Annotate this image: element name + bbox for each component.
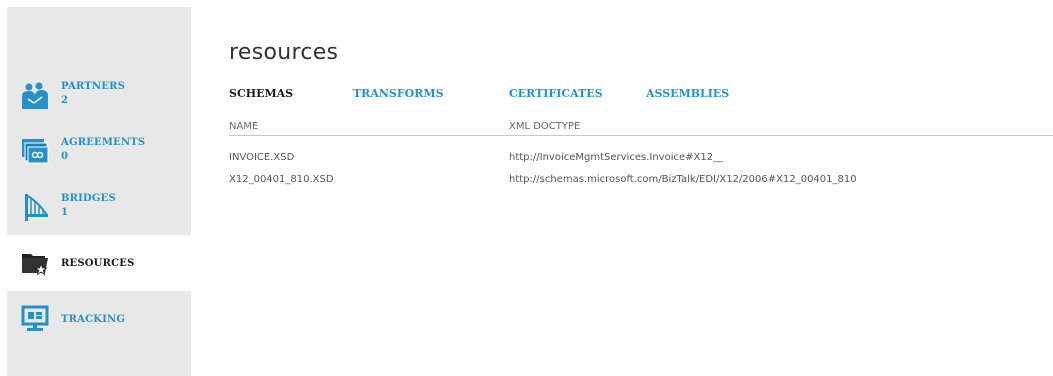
sidebar-item-label: TRACKING	[61, 314, 126, 325]
bridges-icon	[25, 194, 48, 221]
sidebar-item-count: 1	[61, 207, 68, 218]
sidebar-item-count: 2	[61, 95, 68, 106]
tab-schemas[interactable]: SCHEMAS	[229, 87, 293, 100]
sidebar-item-tracking[interactable]: TRACKING	[7, 291, 191, 347]
sidebar-item-label: RESOURCES	[61, 258, 135, 269]
sidebar-item-count: 0	[61, 151, 68, 162]
tab-assemblies[interactable]: ASSEMBLIES	[646, 87, 729, 100]
xml-doctype-cell: http://InvoiceMgmtServices.Invoice#X12__	[509, 152, 724, 163]
schema-name-cell: INVOICE.XSD	[229, 152, 295, 163]
agreements-icon	[22, 139, 49, 164]
tab-transforms[interactable]: TRANSFORMS	[353, 87, 444, 100]
page-title: resources	[229, 40, 339, 65]
sidebar-item-partners[interactable]: PARTNERS 2	[7, 67, 191, 123]
sidebar-item-bridges[interactable]: BRIDGES 1	[7, 179, 191, 235]
table-header-divider	[229, 135, 1053, 136]
sidebar-item-label: PARTNERS	[61, 81, 126, 92]
tracking-icon	[21, 305, 49, 331]
xml-doctype-cell: http://schemas.microsoft.com/BizTalk/EDI…	[509, 174, 857, 185]
partners-icon	[22, 82, 48, 109]
column-header-name[interactable]: NAME	[229, 121, 258, 132]
resources-icon	[22, 254, 48, 276]
schema-name-cell: X12_00401_810.XSD	[229, 174, 334, 185]
sidebar-item-resources[interactable]: RESOURCES	[7, 235, 191, 291]
sidebar-item-label: AGREEMENTS	[61, 137, 146, 148]
sidebar-nav: PARTNERS 2 AGREEMENTS 0 BRIDGES 1 RESOUR…	[7, 7, 191, 376]
tab-certificates[interactable]: CERTIFICATES	[509, 87, 603, 100]
column-header-xml-doctype[interactable]: XML DOCTYPE	[509, 121, 580, 132]
sidebar-item-agreements[interactable]: AGREEMENTS 0	[7, 123, 191, 179]
sidebar-item-label: BRIDGES	[61, 193, 116, 204]
